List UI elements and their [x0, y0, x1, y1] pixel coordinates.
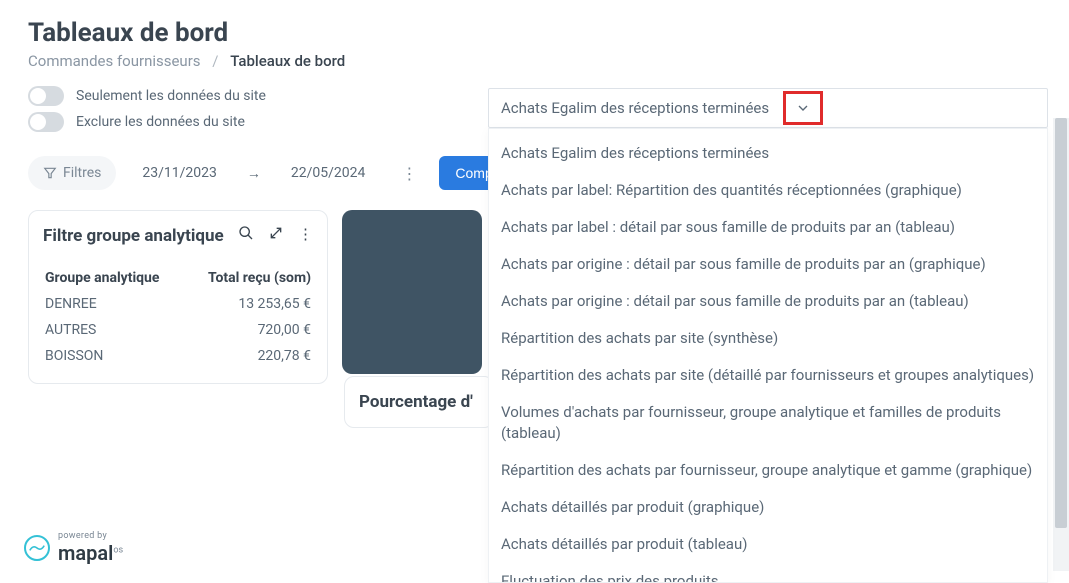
toggle-exclude-site[interactable]: [28, 112, 64, 132]
scrollbar-thumb[interactable]: [1055, 118, 1067, 528]
row-value: 720,00 €: [258, 322, 311, 338]
filter-icon: [43, 166, 57, 180]
dashboard-select[interactable]: Achats Egalim des réceptions terminées: [488, 88, 1048, 128]
dropdown-item[interactable]: Achats par origine : détail par sous fam…: [489, 246, 1047, 283]
card-analytique-title: Filtre groupe analytique: [43, 225, 224, 247]
toggle-only-site-label: Seulement les données du site: [76, 88, 266, 104]
footer-brand-name: mapal: [58, 541, 113, 565]
dropdown-item[interactable]: Répartition des achats par site (détaill…: [489, 357, 1047, 394]
dropdown-item[interactable]: Achats Egalim des réceptions terminées: [489, 135, 1047, 172]
card-percentage: Pourcentage d': [344, 376, 494, 428]
dark-card-placeholder: [342, 210, 482, 374]
kebab-card-icon[interactable]: ⋮: [298, 225, 313, 243]
search-icon[interactable]: [238, 225, 254, 243]
vertical-scrollbar[interactable]: [1053, 118, 1069, 571]
footer-brand-suffix: os: [113, 545, 123, 555]
dropdown-item[interactable]: Répartition des achats par site (synthès…: [489, 320, 1047, 357]
toggle-exclude-site-label: Exclure les données du site: [76, 114, 245, 130]
table-row: DENREE 13 253,65 €: [43, 291, 313, 317]
date-to[interactable]: 22/05/2024: [269, 157, 388, 189]
toggle-only-site[interactable]: [28, 86, 64, 106]
filters-label: Filtres: [63, 165, 101, 181]
brand-badge-icon: [24, 535, 50, 561]
filters-button[interactable]: Filtres: [28, 156, 116, 190]
page-title: Tableaux de bord: [0, 0, 1069, 52]
dropdown-item[interactable]: Achats détaillés par produit (graphique): [489, 489, 1047, 526]
row-value: 220,78 €: [258, 348, 311, 364]
dropdown-item[interactable]: Fluctuation des prix des produits: [489, 563, 1047, 583]
dropdown-item[interactable]: Volumes d'achats par fournisseur, groupe…: [489, 394, 1047, 452]
row-label: BOISSON: [45, 348, 103, 364]
expand-icon[interactable]: [268, 225, 284, 243]
chevron-down-icon: [795, 100, 811, 116]
col-header-group: Groupe analytique: [45, 270, 159, 286]
date-from[interactable]: 23/11/2023: [120, 157, 239, 189]
table-row: BOISSON 220,78 €: [43, 343, 313, 369]
breadcrumb-link[interactable]: Commandes fournisseurs: [28, 52, 201, 70]
dropdown-item[interactable]: Achats par origine : détail par sous fam…: [489, 283, 1047, 320]
arrow-right-icon: →: [243, 165, 265, 182]
breadcrumb: Commandes fournisseurs / Tableaux de bor…: [0, 52, 1069, 82]
chevron-down-highlight[interactable]: [783, 91, 823, 125]
dropdown-item[interactable]: Achats par label : détail par sous famil…: [489, 209, 1047, 246]
footer-powered-label: powered by: [58, 531, 123, 541]
row-label: AUTRES: [45, 322, 96, 338]
footer-brand: powered by mapalos: [24, 531, 123, 565]
card-analytique: Filtre groupe analytique ⋮ Groupe analyt…: [28, 210, 328, 384]
kebab-menu-icon[interactable]: ⋮: [391, 164, 427, 183]
col-header-total: Total reçu (som): [208, 270, 311, 286]
breadcrumb-current: Tableaux de bord: [230, 52, 345, 70]
row-value: 13 253,65 €: [238, 296, 311, 312]
dropdown-item[interactable]: Achats détaillés par produit (tableau): [489, 526, 1047, 563]
table-row: AUTRES 720,00 €: [43, 317, 313, 343]
dashboard-select-value: Achats Egalim des réceptions terminées: [501, 99, 769, 117]
dropdown-item[interactable]: Achats par label: Répartition des quanti…: [489, 172, 1047, 209]
card-percentage-title: Pourcentage d': [359, 392, 473, 412]
dropdown-item[interactable]: Répartition des achats par fournisseur, …: [489, 452, 1047, 489]
row-label: DENREE: [45, 296, 97, 312]
breadcrumb-separator: /: [212, 52, 218, 70]
dashboard-dropdown-menu: Achats Egalim des réceptions terminées A…: [488, 128, 1048, 583]
